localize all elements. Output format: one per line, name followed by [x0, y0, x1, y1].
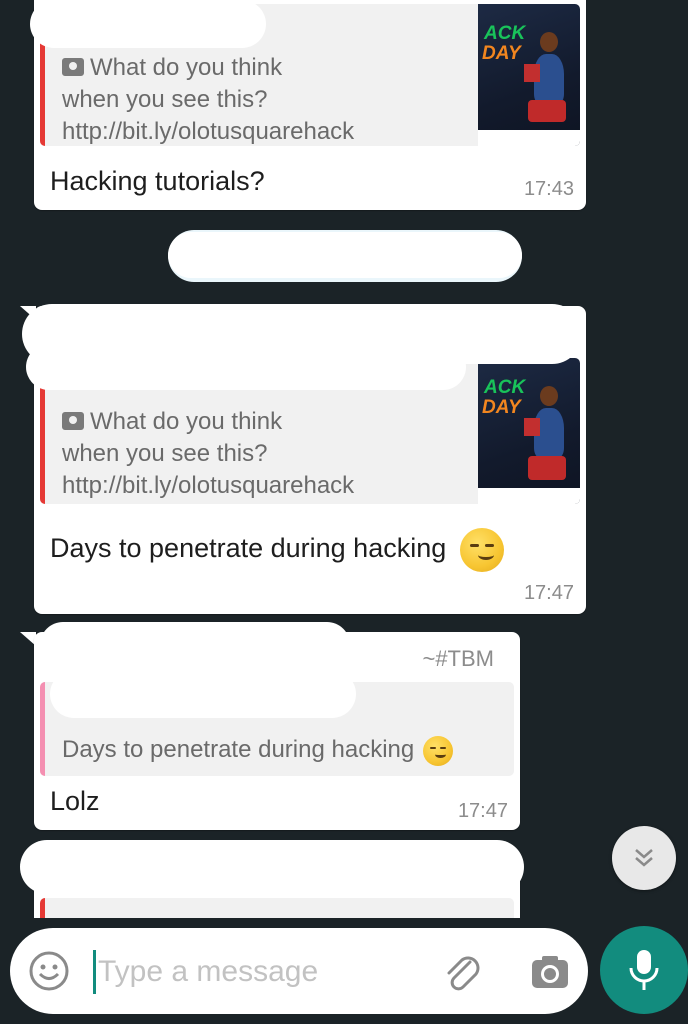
redacted-quote-author: [50, 670, 356, 718]
quote-thumbnail: ACK DAY: [478, 4, 580, 146]
redacted-quote-author: [26, 344, 466, 390]
quote-bar: [40, 682, 45, 776]
poster-text: ACK: [484, 23, 526, 44]
quote-text: Days to penetrate during hacking: [62, 734, 453, 766]
poster-text: DAY: [482, 43, 521, 64]
figure-head: [540, 386, 558, 406]
message-time: 17:47: [523, 582, 574, 604]
quote-caption: What do you think when you see this? htt…: [62, 54, 355, 145]
smirk-emoji: [422, 735, 453, 766]
message-text: Days to penetrate during hacking: [50, 528, 504, 572]
poster-footer: [478, 488, 580, 504]
poster-footer: [478, 130, 580, 146]
smiley-icon[interactable]: [28, 950, 70, 992]
figure-book: [524, 418, 540, 436]
quote-thumbnail: ACK DAY: [478, 358, 580, 504]
quote-caption: What do you think when you see this? htt…: [62, 408, 355, 499]
figure-book: [524, 64, 540, 82]
camera-icon[interactable]: [528, 950, 572, 994]
microphone-button[interactable]: [600, 926, 688, 1014]
poster-text: ACK: [484, 377, 526, 398]
message-text: Hacking tutorials?: [50, 166, 265, 196]
figure-chair: [528, 456, 566, 480]
message-text: Lolz: [50, 786, 100, 816]
smirk-emoji: [459, 528, 504, 572]
microphone-icon: [629, 950, 659, 990]
poster-text: DAY: [482, 397, 521, 418]
camera-icon: [62, 58, 84, 76]
paperclip-icon[interactable]: [440, 950, 484, 994]
message-composer: [10, 928, 588, 1014]
double-chevron-down-icon: [635, 849, 653, 867]
message-time: 17:43: [523, 178, 574, 200]
sender-tag: ~#TBM: [422, 646, 494, 671]
figure-head: [540, 32, 558, 52]
scroll-to-bottom-button[interactable]: [612, 826, 676, 890]
date-chip-redaction: [168, 232, 522, 278]
message-time: 17:47: [457, 800, 508, 822]
camera-icon: [62, 412, 84, 430]
text-caret: [93, 950, 96, 994]
message-input[interactable]: [98, 952, 418, 992]
redacted-sender: [20, 840, 524, 894]
figure-chair: [528, 100, 566, 122]
redacted-sender: [30, 0, 266, 48]
redacted-sender: [40, 622, 350, 668]
